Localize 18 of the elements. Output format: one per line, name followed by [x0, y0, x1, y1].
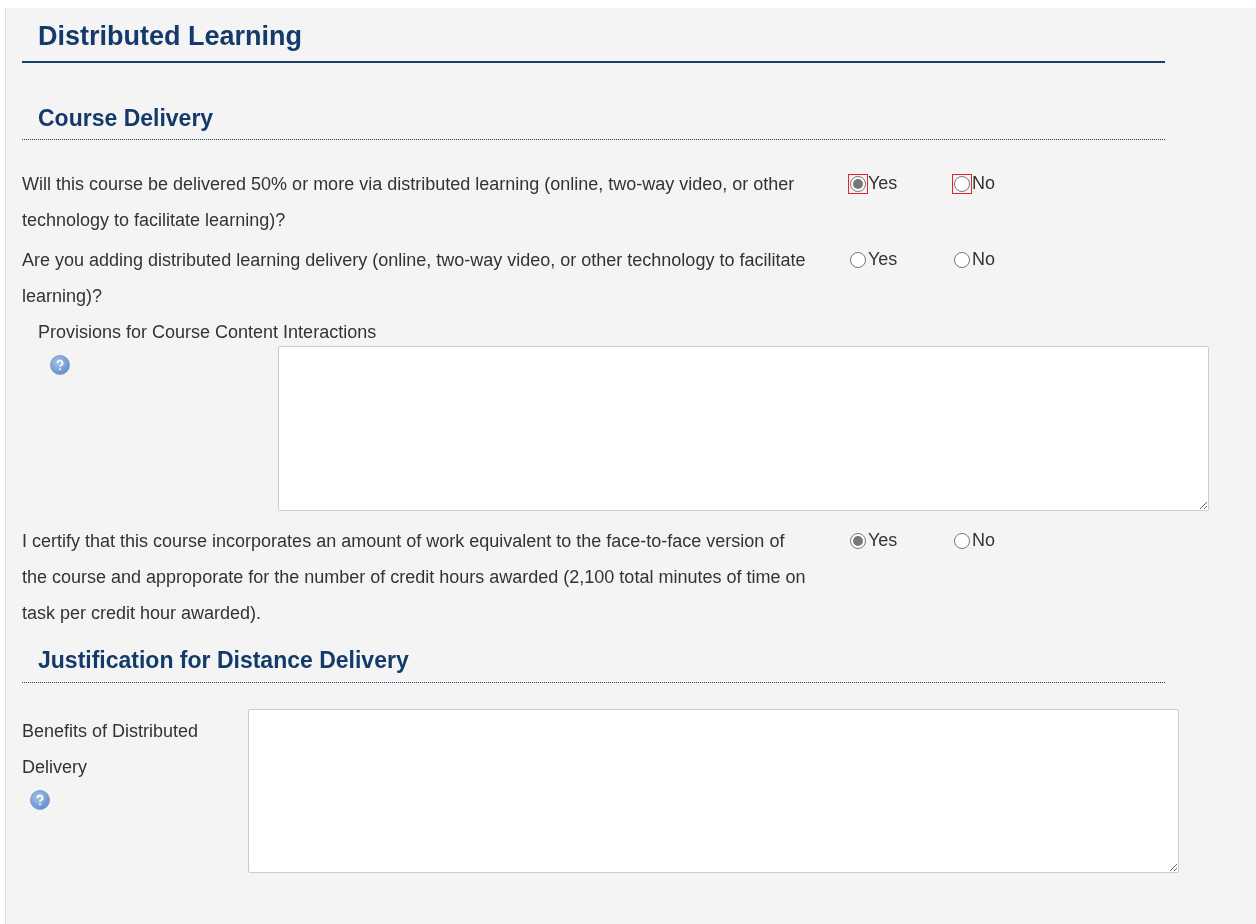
option-label: Yes [868, 172, 898, 195]
field-label: Benefits of Distributed Delivery [22, 719, 200, 779]
question-text: Will this course be delivered 50% or more via distributed learning (online, two-way video, or other technology to facilitate learning)? [22, 173, 796, 232]
option-label: Yes [868, 248, 898, 271]
help-icon[interactable] [30, 789, 50, 810]
field-label: Provisions for Course Content Interactions [37, 321, 378, 344]
section-heading: Justification for Distance Delivery [22, 643, 1165, 683]
question-text: I certify that this course incorporates an amount of work equivalent to the face-to-face version of the course and approporate for the number of credit hours awarded (2,100 total minutes of time on task per credit hour awarded). [22, 530, 807, 625]
help-icon[interactable] [50, 355, 70, 375]
page-title: Distributed Learning [22, 16, 1165, 63]
question-text: Are you adding distributed learning delivery (online, two-way video, or other technology to facilitate learning)? [22, 249, 807, 308]
option-label: Yes [868, 529, 898, 552]
radio-button[interactable] [848, 173, 868, 194]
option-label: No [972, 172, 995, 195]
section-heading: Course Delivery [22, 100, 1165, 140]
option-label: No [972, 248, 995, 271]
radio-button[interactable] [952, 173, 972, 194]
option-label: No [972, 529, 995, 552]
